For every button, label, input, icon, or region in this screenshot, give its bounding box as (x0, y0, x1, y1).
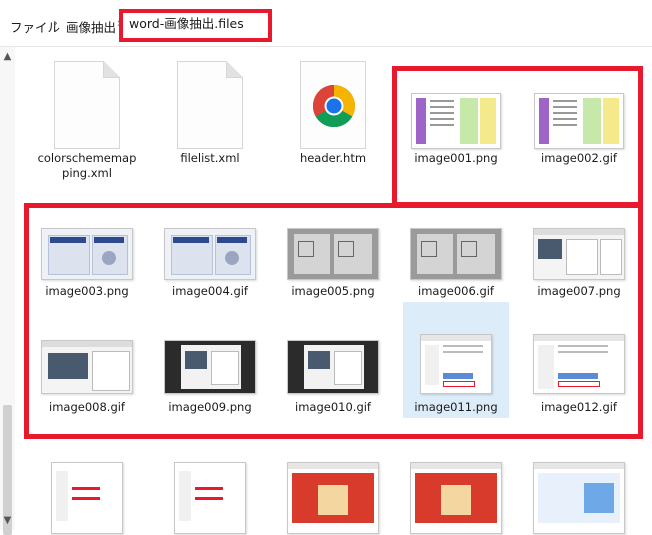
image-thumbnail (51, 462, 123, 534)
highlight-box-row1-images (392, 66, 643, 207)
file-item-partial[interactable] (403, 456, 509, 534)
image-thumbnail (174, 462, 246, 534)
chevron-right-icon: › (53, 16, 58, 30)
image-thumbnail (287, 462, 379, 534)
image-thumbnail (410, 462, 502, 534)
file-name-line2: ping.xml (62, 166, 112, 180)
image-thumbnail (533, 462, 625, 534)
scroll-up-icon[interactable]: ▲ (2, 51, 13, 63)
divider (0, 46, 652, 47)
file-item-partial[interactable] (34, 456, 140, 534)
scroll-down-icon[interactable]: ▼ (2, 515, 13, 527)
breadcrumb-item-image-extract[interactable]: 画像抽出 (66, 17, 116, 36)
file-item-partial[interactable] (526, 456, 632, 534)
vertical-scrollbar[interactable]: ▲ ▼ (0, 47, 15, 535)
file-name: filelist.xml (180, 151, 240, 165)
file-name: header.htm (299, 151, 367, 165)
chrome-logo-icon (312, 84, 356, 128)
file-name-line1: colorschememap (37, 151, 137, 165)
highlight-box-breadcrumb (119, 9, 272, 42)
chrome-html-icon (300, 61, 366, 149)
file-item-header[interactable]: header.htm (280, 55, 386, 173)
xml-file-icon (54, 61, 120, 149)
file-item-partial[interactable] (157, 456, 263, 534)
file-item-partial[interactable] (280, 456, 386, 534)
address-bar: ファイル › 画像抽出 › word-画像抽出.files (0, 0, 652, 46)
file-item-filelist[interactable]: filelist.xml (157, 55, 263, 173)
file-item-colorschememapping[interactable]: colorschememap ping.xml (34, 55, 140, 180)
xml-file-icon (177, 61, 243, 149)
highlight-box-images-grid (24, 203, 643, 439)
